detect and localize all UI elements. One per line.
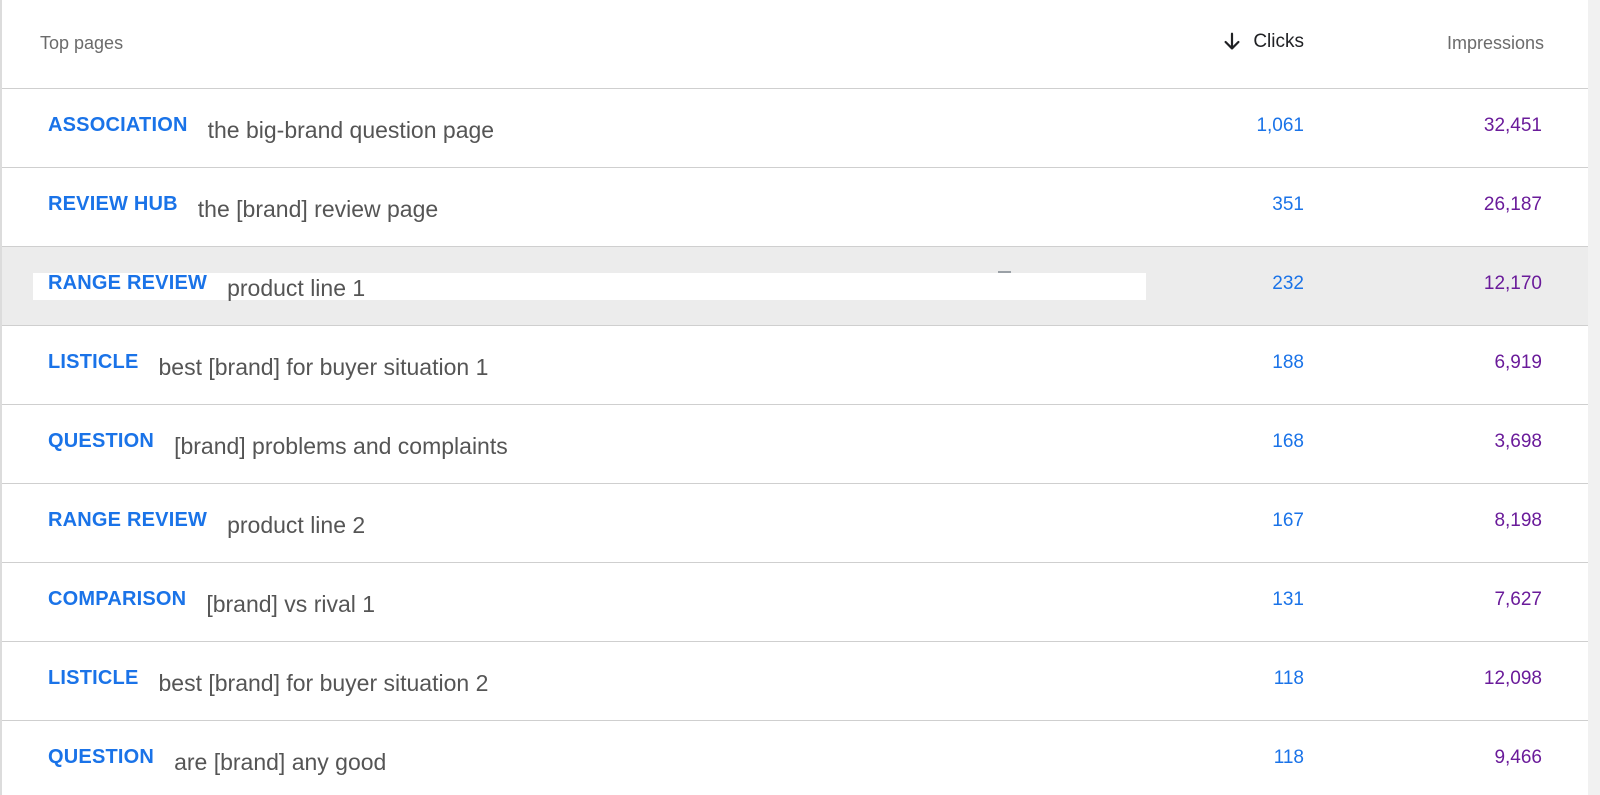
page-name: [brand] problems and complaints xyxy=(174,432,508,459)
page-name: the big-brand question page xyxy=(207,116,495,143)
page-type-tag: LISTICLE xyxy=(48,350,139,373)
page-type-tag: LISTICLE xyxy=(48,666,139,689)
page-cell: LISTICLE best [brand] for buyer situatio… xyxy=(48,642,488,720)
arrow-down-icon xyxy=(1221,31,1243,53)
impressions-value: 3,698 xyxy=(1494,431,1542,452)
page-cell: ASSOCIATION the big-brand question page xyxy=(48,89,494,167)
impressions-value: 12,170 xyxy=(1483,273,1542,294)
clicks-value: 131 xyxy=(1272,589,1304,610)
page: Top pages Clicks Impressions ASSOCIATION… xyxy=(0,0,1600,795)
page-cell: QUESTION are [brand] any good xyxy=(48,721,386,795)
page-type-tag: COMPARISON xyxy=(48,587,187,610)
clicks-value: 167 xyxy=(1272,510,1304,531)
page-cell: RANGE REVIEW product line 2 xyxy=(48,484,365,562)
impressions-value: 7,627 xyxy=(1494,589,1542,610)
impressions-value: 26,187 xyxy=(1483,194,1542,215)
clicks-value: 118 xyxy=(1273,668,1304,689)
clicks-value: 168 xyxy=(1272,431,1304,452)
table-row[interactable]: RANGE REVIEW product line 2 167 8,198 xyxy=(2,484,1588,563)
clicks-header-label: Clicks xyxy=(1253,31,1304,52)
page-cell: REVIEW HUB the [brand] review page xyxy=(48,168,438,246)
impressions-value: 9,466 xyxy=(1494,747,1542,768)
clicks-value: 351 xyxy=(1272,194,1304,215)
clicks-value: 188 xyxy=(1272,352,1304,373)
impressions-value: 6,919 xyxy=(1494,352,1542,373)
table-row[interactable]: REVIEW HUB the [brand] review page 351 2… xyxy=(2,168,1588,247)
table-row[interactable]: ASSOCIATION the big-brand question page … xyxy=(2,89,1588,168)
page-cell: RANGE REVIEW product line 1 xyxy=(48,247,365,325)
column-header-clicks[interactable]: Clicks xyxy=(1221,31,1304,53)
table-header: Top pages Clicks Impressions xyxy=(2,0,1588,89)
page-type-tag: ASSOCIATION xyxy=(48,113,188,136)
page-type-tag: RANGE REVIEW xyxy=(48,271,208,294)
top-pages-table: Top pages Clicks Impressions ASSOCIATION… xyxy=(2,0,1588,795)
page-type-tag: QUESTION xyxy=(48,745,155,768)
table-row[interactable]: LISTICLE best [brand] for buyer situatio… xyxy=(2,326,1588,405)
impressions-value: 12,098 xyxy=(1483,668,1542,689)
scrollbar[interactable] xyxy=(1588,0,1600,795)
clicks-value: 1,061 xyxy=(1256,115,1304,136)
clicks-value: 232 xyxy=(1272,273,1304,294)
table-row-highlighted[interactable]: RANGE REVIEW product line 1 232 12,170 xyxy=(2,247,1588,326)
page-cell: QUESTION [brand] problems and complaints xyxy=(48,405,508,483)
table-row[interactable]: LISTICLE best [brand] for buyer situatio… xyxy=(2,642,1588,721)
page-type-tag: REVIEW HUB xyxy=(48,192,178,215)
page-cell: COMPARISON [brand] vs rival 1 xyxy=(48,563,375,641)
text-cursor-mark xyxy=(998,271,1011,273)
page-name: product line 1 xyxy=(227,274,366,301)
impressions-value: 32,451 xyxy=(1483,115,1542,136)
clicks-value: 118 xyxy=(1273,747,1304,768)
column-header-top-pages: Top pages xyxy=(40,33,124,53)
page-name: best [brand] for buyer situation 2 xyxy=(158,669,489,696)
impressions-value: 8,198 xyxy=(1494,510,1542,531)
page-name: [brand] vs rival 1 xyxy=(206,590,376,617)
page-cell: LISTICLE best [brand] for buyer situatio… xyxy=(48,326,488,404)
page-name: are [brand] any good xyxy=(174,748,387,775)
page-name: best [brand] for buyer situation 1 xyxy=(158,353,489,380)
table-row[interactable]: COMPARISON [brand] vs rival 1 131 7,627 xyxy=(2,563,1588,642)
table-row[interactable]: QUESTION [brand] problems and complaints… xyxy=(2,405,1588,484)
column-header-impressions[interactable]: Impressions xyxy=(1447,33,1544,54)
page-type-tag: RANGE REVIEW xyxy=(48,508,208,531)
table-row[interactable]: QUESTION are [brand] any good 118 9,466 xyxy=(2,721,1588,795)
page-type-tag: QUESTION xyxy=(48,429,155,452)
page-name: product line 2 xyxy=(227,511,366,538)
page-name: the [brand] review page xyxy=(197,195,439,222)
